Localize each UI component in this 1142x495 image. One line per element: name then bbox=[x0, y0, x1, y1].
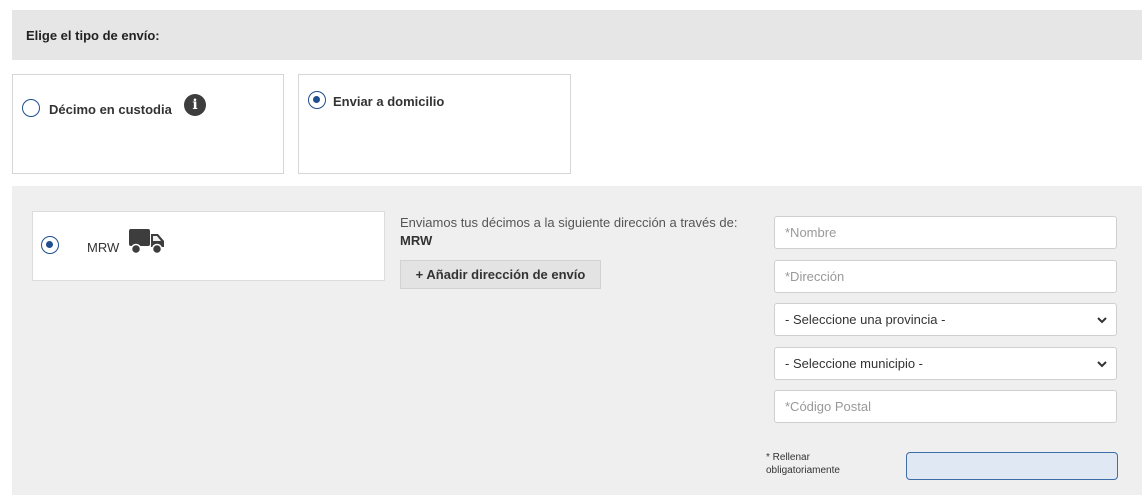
shipping-description: Enviamos tus décimos a la siguiente dire… bbox=[400, 214, 745, 250]
direccion-field[interactable]: *Dirección bbox=[774, 260, 1117, 293]
option-domicilio-card[interactable]: Enviar a domicilio bbox=[298, 74, 571, 174]
municipio-select[interactable]: - Seleccione municipio - bbox=[774, 347, 1117, 380]
domicilio-label: Enviar a domicilio bbox=[333, 94, 445, 109]
add-address-button[interactable]: + Añadir dirección de envío bbox=[400, 260, 601, 289]
codigo-postal-field[interactable]: *Código Postal bbox=[774, 390, 1117, 423]
required-note: * Rellenar obligatoriamente bbox=[766, 452, 840, 476]
provincia-select[interactable]: - Seleccione una provincia - bbox=[774, 303, 1117, 336]
chevron-down-icon bbox=[1097, 361, 1107, 368]
shipping-description-text: Enviamos tus décimos a la siguiente dire… bbox=[400, 215, 738, 230]
shipping-type-header: Elige el tipo de envío: bbox=[12, 10, 1142, 60]
chevron-down-icon bbox=[1097, 317, 1107, 324]
shipping-carrier-name: MRW bbox=[400, 233, 433, 248]
custodia-radio[interactable] bbox=[22, 99, 40, 117]
mrw-radio[interactable] bbox=[41, 236, 59, 254]
custodia-label: Décimo en custodia bbox=[49, 102, 172, 117]
municipio-select-value: - Seleccione municipio - bbox=[785, 356, 924, 371]
mrw-label: MRW bbox=[87, 240, 120, 255]
option-custodia-card[interactable]: Décimo en custodia i bbox=[12, 74, 284, 174]
provincia-select-value: - Seleccione una provincia - bbox=[785, 312, 946, 327]
shipping-type-title: Elige el tipo de envío: bbox=[26, 28, 160, 43]
carrier-mrw-card[interactable]: MRW bbox=[32, 211, 385, 281]
shipping-panel: MRW Enviamos tus décimos a la siguiente … bbox=[12, 186, 1142, 495]
domicilio-radio[interactable] bbox=[308, 91, 326, 109]
info-icon[interactable]: i bbox=[184, 94, 206, 116]
nombre-field[interactable]: *Nombre bbox=[774, 216, 1117, 249]
submit-address-button[interactable] bbox=[906, 452, 1118, 480]
truck-icon bbox=[129, 229, 164, 255]
